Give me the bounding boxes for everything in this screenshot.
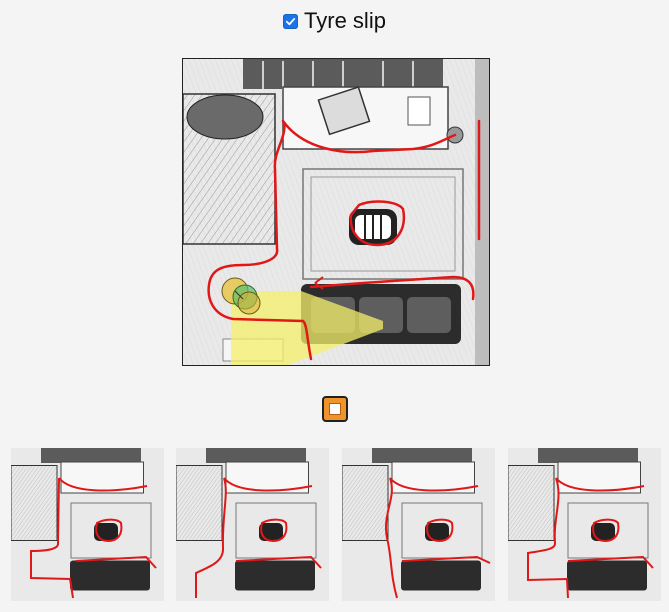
thumbnail-4[interactable]: [508, 448, 661, 601]
checkmark-icon: [285, 17, 296, 25]
tyre-slip-checkbox[interactable]: [283, 13, 299, 29]
thumbnail-1[interactable]: [11, 448, 164, 601]
stop-square-icon: [329, 403, 341, 415]
main-room-view[interactable]: [182, 58, 490, 366]
thumbnail-2[interactable]: [176, 448, 329, 601]
tyre-slip-label: Tyre slip: [304, 8, 386, 33]
robot-3: [237, 291, 261, 315]
tyre-slip-toggle[interactable]: Tyre slip: [0, 6, 669, 36]
stop-button[interactable]: [322, 396, 348, 422]
thumbnail-3[interactable]: [342, 448, 495, 601]
